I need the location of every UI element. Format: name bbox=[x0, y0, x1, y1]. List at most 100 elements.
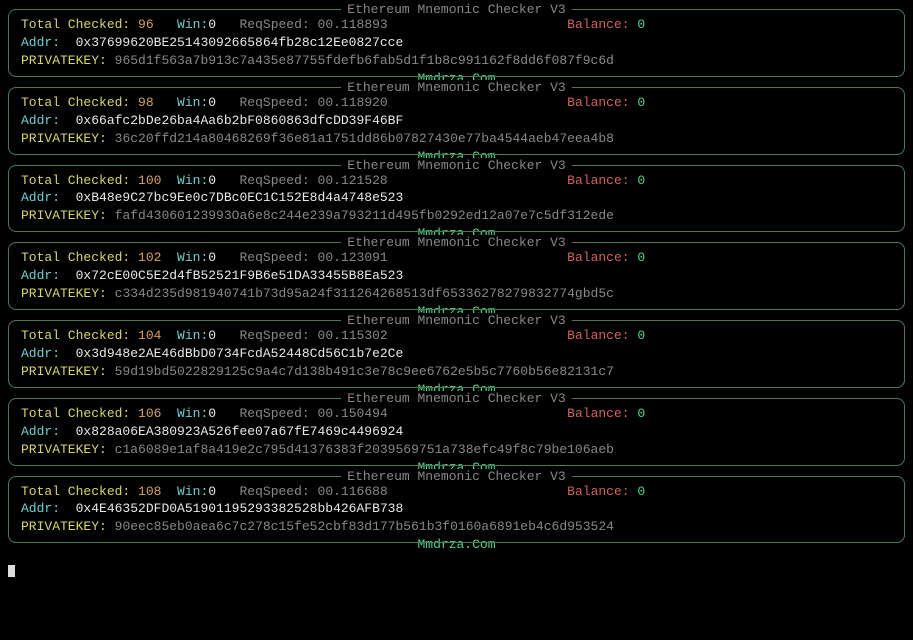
win-label: Win: bbox=[177, 17, 208, 32]
reqspeed-label: ReqSpeed: bbox=[239, 250, 309, 265]
reqspeed-label: ReqSpeed: bbox=[239, 484, 309, 499]
balance-label: Balance: bbox=[567, 406, 629, 421]
total-checked-value: 102 bbox=[138, 250, 161, 265]
privatekey-label: PRIVATEKEY: bbox=[21, 131, 107, 146]
block-title: Ethereum Mnemonic Checker V3 bbox=[9, 312, 904, 330]
reqspeed-label: ReqSpeed: bbox=[239, 406, 309, 421]
addr-value: 0x72cE00C5E2d4fB52521F9B6e51DA33455B8Ea5… bbox=[76, 268, 404, 283]
block-title: Ethereum Mnemonic Checker V3 bbox=[9, 1, 904, 19]
addr-value: 0x37699620BE25143092665864fb28c12Ee0827c… bbox=[76, 35, 404, 50]
privatekey-label: PRIVATEKEY: bbox=[21, 53, 107, 68]
reqspeed-label: ReqSpeed: bbox=[239, 17, 309, 32]
win-label: Win: bbox=[177, 484, 208, 499]
reqspeed-value: 00.118893 bbox=[318, 17, 388, 32]
reqspeed-value: 00.123091 bbox=[318, 250, 388, 265]
win-label: Win: bbox=[177, 328, 208, 343]
privatekey-label: PRIVATEKEY: bbox=[21, 442, 107, 457]
block-title: Ethereum Mnemonic Checker V3 bbox=[9, 79, 904, 97]
addr-label: Addr: bbox=[21, 424, 60, 439]
addr-label: Addr: bbox=[21, 190, 60, 205]
addr-value: 0x4E46352DFD0A51901195293382528bb426AFB7… bbox=[76, 501, 404, 516]
win-label: Win: bbox=[177, 250, 208, 265]
balance-label: Balance: bbox=[567, 95, 629, 110]
checker-block: Ethereum Mnemonic Checker V3Total Checke… bbox=[8, 398, 905, 466]
checker-block: Ethereum Mnemonic Checker V3Total Checke… bbox=[8, 9, 905, 77]
addr-row: Addr: 0x828a06EA380923A526fee07a67fE7469… bbox=[21, 423, 894, 441]
balance-value: 0 bbox=[637, 484, 645, 499]
addr-value: 0x3d948e2AE46dBbD0734FcdA52448Cd56C1b7e2… bbox=[76, 346, 404, 361]
total-checked-value: 104 bbox=[138, 328, 161, 343]
reqspeed-value: 00.118920 bbox=[318, 95, 388, 110]
privatekey-value: c334d235d981940741b73d95a24f311264268513… bbox=[115, 286, 614, 301]
terminal-cursor bbox=[8, 562, 905, 583]
balance-value: 0 bbox=[637, 95, 645, 110]
block-title-text: Ethereum Mnemonic Checker V3 bbox=[341, 235, 571, 250]
reqspeed-label: ReqSpeed: bbox=[239, 95, 309, 110]
total-checked-label: Total Checked: bbox=[21, 484, 130, 499]
checker-block: Ethereum Mnemonic Checker V3Total Checke… bbox=[8, 476, 905, 544]
win-value: 0 bbox=[208, 95, 216, 110]
block-title: Ethereum Mnemonic Checker V3 bbox=[9, 390, 904, 408]
balance-value: 0 bbox=[637, 250, 645, 265]
block-title: Ethereum Mnemonic Checker V3 bbox=[9, 234, 904, 252]
win-value: 0 bbox=[208, 17, 216, 32]
addr-label: Addr: bbox=[21, 113, 60, 128]
reqspeed-value: 00.115302 bbox=[318, 328, 388, 343]
balance-value: 0 bbox=[637, 406, 645, 421]
win-label: Win: bbox=[177, 406, 208, 421]
pk-row: PRIVATEKEY: c1a6089e1af8a419e2c795d41376… bbox=[21, 441, 894, 459]
pk-row: PRIVATEKEY: fafd43060123993Oa6e8c244e239… bbox=[21, 207, 894, 225]
balance-label: Balance: bbox=[567, 173, 629, 188]
reqspeed-label: ReqSpeed: bbox=[239, 173, 309, 188]
checker-block: Ethereum Mnemonic Checker V3Total Checke… bbox=[8, 87, 905, 155]
addr-value: 0x828a06EA380923A526fee07a67fE7469c44969… bbox=[76, 424, 404, 439]
addr-label: Addr: bbox=[21, 346, 60, 361]
privatekey-value: 59d19bd5022829125c9a4c7d138b491c3e78c9ee… bbox=[115, 364, 614, 379]
balance-value: 0 bbox=[637, 173, 645, 188]
block-title: Ethereum Mnemonic Checker V3 bbox=[9, 157, 904, 175]
addr-row: Addr: 0x72cE00C5E2d4fB52521F9B6e51DA3345… bbox=[21, 267, 894, 285]
checker-block: Ethereum Mnemonic Checker V3Total Checke… bbox=[8, 165, 905, 233]
total-checked-label: Total Checked: bbox=[21, 17, 130, 32]
pk-row: PRIVATEKEY: 36c20ffd214a80468269f36e81a1… bbox=[21, 130, 894, 148]
win-value: 0 bbox=[208, 484, 216, 499]
win-value: 0 bbox=[208, 328, 216, 343]
win-label: Win: bbox=[177, 95, 208, 110]
balance-label: Balance: bbox=[567, 484, 629, 499]
block-title-text: Ethereum Mnemonic Checker V3 bbox=[341, 313, 571, 328]
addr-label: Addr: bbox=[21, 501, 60, 516]
block-title-text: Ethereum Mnemonic Checker V3 bbox=[341, 2, 571, 17]
addr-row: Addr: 0x66afc2bDe26ba4Aa6b2bF0860863dfcD… bbox=[21, 112, 894, 130]
block-title: Ethereum Mnemonic Checker V3 bbox=[9, 468, 904, 486]
privatekey-value: 90eec85eb0aea6c7c278c15fe52cbf83d177b561… bbox=[115, 519, 614, 534]
reqspeed-value: 00.121528 bbox=[318, 173, 388, 188]
balance-value: 0 bbox=[637, 328, 645, 343]
addr-row: Addr: 0x37699620BE25143092665864fb28c12E… bbox=[21, 34, 894, 52]
addr-row: Addr: 0xB48e9C27bc9Ee0c7DBc0EC1C152E8d4a… bbox=[21, 189, 894, 207]
addr-label: Addr: bbox=[21, 35, 60, 50]
privatekey-label: PRIVATEKEY: bbox=[21, 208, 107, 223]
total-checked-value: 100 bbox=[138, 173, 161, 188]
pk-row: PRIVATEKEY: 59d19bd5022829125c9a4c7d138b… bbox=[21, 363, 894, 381]
total-checked-label: Total Checked: bbox=[21, 173, 130, 188]
total-checked-label: Total Checked: bbox=[21, 406, 130, 421]
total-checked-label: Total Checked: bbox=[21, 328, 130, 343]
reqspeed-value: 00.116688 bbox=[318, 484, 388, 499]
balance-value: 0 bbox=[637, 17, 645, 32]
block-title-text: Ethereum Mnemonic Checker V3 bbox=[341, 158, 571, 173]
win-value: 0 bbox=[208, 250, 216, 265]
total-checked-value: 106 bbox=[138, 406, 161, 421]
privatekey-label: PRIVATEKEY: bbox=[21, 364, 107, 379]
balance-label: Balance: bbox=[567, 250, 629, 265]
privatekey-value: 36c20ffd214a80468269f36e81a1751dd86b0782… bbox=[115, 131, 614, 146]
total-checked-value: 96 bbox=[138, 17, 154, 32]
win-value: 0 bbox=[208, 406, 216, 421]
block-title-text: Ethereum Mnemonic Checker V3 bbox=[341, 391, 571, 406]
reqspeed-label: ReqSpeed: bbox=[239, 328, 309, 343]
pk-row: PRIVATEKEY: 90eec85eb0aea6c7c278c15fe52c… bbox=[21, 518, 894, 536]
addr-row: Addr: 0x3d948e2AE46dBbD0734FcdA52448Cd56… bbox=[21, 345, 894, 363]
total-checked-label: Total Checked: bbox=[21, 95, 130, 110]
win-label: Win: bbox=[177, 173, 208, 188]
checker-block: Ethereum Mnemonic Checker V3Total Checke… bbox=[8, 242, 905, 310]
balance-label: Balance: bbox=[567, 17, 629, 32]
